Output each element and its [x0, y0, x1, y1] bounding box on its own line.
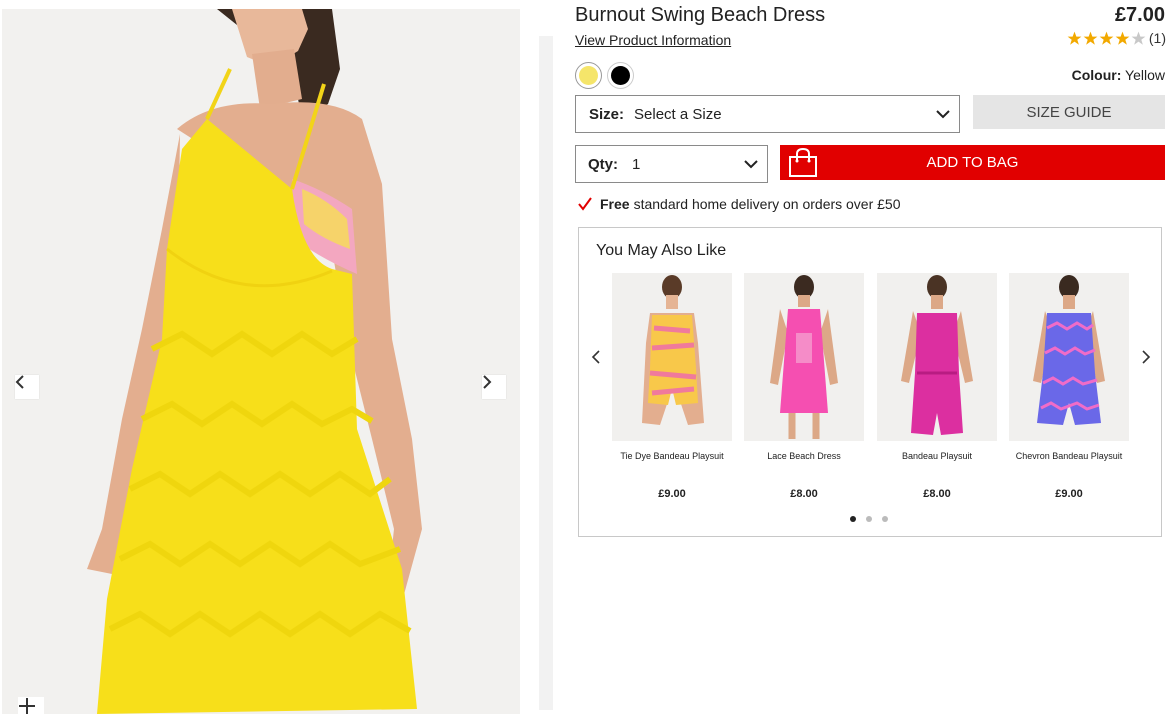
chevron-right-icon: [1142, 350, 1151, 364]
star-filled-icon: [1067, 31, 1082, 45]
image-prev-button[interactable]: [15, 375, 39, 399]
product-thumbnail: [744, 273, 864, 441]
item-name: Chevron Bandeau Playsuit: [1015, 451, 1123, 461]
swatch-black[interactable]: [607, 62, 634, 89]
size-select[interactable]: Size: Select a Size: [575, 95, 960, 133]
recommended-item[interactable]: Tie Dye Bandeau Playsuit £9.00: [612, 273, 732, 500]
rating-stars: [1067, 31, 1147, 46]
zoom-button[interactable]: [18, 697, 44, 714]
item-price: £9.00: [1055, 488, 1083, 500]
delivery-message: Free standard home delivery on orders ov…: [578, 196, 901, 212]
qty-label: Qty:: [588, 155, 618, 173]
carousel-dot[interactable]: [882, 516, 888, 522]
item-name: Bandeau Playsuit: [901, 451, 973, 461]
product-thumbnail: [1009, 273, 1129, 441]
chevron-down-icon: [936, 110, 950, 119]
colour-label: Colour:: [1071, 67, 1122, 83]
star-empty-icon: [1131, 31, 1146, 45]
lace-beach-dress-illustration: [744, 273, 864, 441]
size-value: Select a Size: [634, 105, 722, 123]
size-guide-button[interactable]: SIZE GUIDE: [973, 95, 1165, 129]
product-title: Burnout Swing Beach Dress: [575, 4, 826, 26]
recommended-item[interactable]: Lace Beach Dress £8.00: [744, 273, 864, 500]
rating-count: (1): [1148, 30, 1166, 46]
carousel-next-button[interactable]: [1137, 348, 1155, 366]
chevron-left-icon: [15, 375, 24, 389]
delivery-text: standard home delivery on orders over £5…: [633, 196, 901, 212]
tie-dye-playsuit-illustration: [612, 273, 732, 441]
swatch-yellow[interactable]: [575, 62, 602, 89]
colour-swatches: [575, 62, 634, 89]
product-thumbnail: [612, 273, 732, 441]
swatch-black-dot: [611, 66, 630, 85]
product-thumbnail: [877, 273, 997, 441]
you-may-also-like-panel: You May Also Like Tie Dye Bandeau Playsu…: [578, 227, 1162, 537]
star-filled-icon: [1115, 31, 1130, 45]
carousel-dot[interactable]: [850, 516, 856, 522]
thumbnail-scroll-rail[interactable]: [539, 36, 553, 710]
view-product-information-link[interactable]: View Product Information: [575, 32, 731, 48]
item-price: £8.00: [790, 488, 818, 500]
star-filled-icon: [1083, 31, 1098, 45]
recommended-item[interactable]: Bandeau Playsuit £8.00: [877, 273, 997, 500]
item-name: Tie Dye Bandeau Playsuit: [620, 451, 724, 461]
recommended-item[interactable]: Chevron Bandeau Playsuit £9.00: [1009, 273, 1129, 500]
you-may-also-like-title: You May Also Like: [596, 242, 727, 259]
carousel-prev-button[interactable]: [587, 348, 605, 366]
product-price: £7.00: [1114, 4, 1165, 26]
bandeau-playsuit-illustration: [877, 273, 997, 441]
item-price: £9.00: [658, 488, 686, 500]
qty-value: 1: [632, 155, 641, 173]
chevron-down-icon: [744, 160, 758, 169]
shopping-bag-icon: [789, 148, 817, 177]
product-main-image[interactable]: [2, 9, 520, 714]
chevron-playsuit-illustration: [1009, 273, 1129, 441]
model-yellow-dress-illustration: [2, 9, 520, 714]
add-to-bag-button[interactable]: ADD TO BAG: [780, 145, 1165, 180]
add-to-bag-label: ADD TO BAG: [926, 154, 1019, 171]
quantity-select[interactable]: Qty: 1: [575, 145, 768, 183]
plus-icon: [19, 698, 35, 714]
star-filled-icon: [1099, 31, 1114, 45]
colour-value: Yellow: [1125, 67, 1165, 83]
swatch-yellow-dot: [579, 66, 598, 85]
delivery-bold: Free: [600, 196, 630, 212]
selected-colour: Colour: Yellow: [1072, 67, 1165, 83]
chevron-left-icon: [591, 350, 600, 364]
image-next-button[interactable]: [482, 375, 506, 399]
size-label: Size:: [589, 105, 625, 123]
chevron-right-icon: [483, 375, 492, 389]
item-price: £8.00: [923, 488, 951, 500]
check-icon: [578, 197, 592, 211]
carousel-dot[interactable]: [866, 516, 872, 522]
carousel-pagination: [850, 516, 888, 522]
product-rating[interactable]: (1): [1067, 30, 1166, 46]
item-name: Lace Beach Dress: [767, 451, 841, 461]
